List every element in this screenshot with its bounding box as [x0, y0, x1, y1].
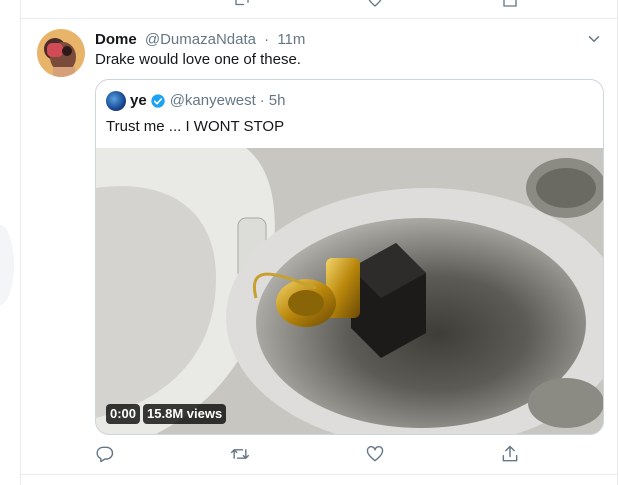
- quoted-tweet-card[interactable]: ye @kanyewest · 5h Trust me ... I WONT S…: [95, 79, 604, 435]
- separator-dot: ·: [264, 31, 270, 48]
- verified-badge-icon: [151, 94, 165, 108]
- video-player[interactable]: 0:00 15.8M views: [96, 148, 603, 434]
- quoted-author-name: ye: [130, 92, 147, 109]
- quoted-author-avatar: [106, 91, 126, 111]
- quoted-tweet-header: ye @kanyewest · 5h: [106, 91, 285, 111]
- tweet-divider: [21, 474, 617, 475]
- heart-icon[interactable]: [366, 0, 384, 9]
- video-duration-badge: 0:00: [106, 404, 141, 424]
- author-name[interactable]: Dome: [95, 31, 137, 48]
- quoted-tweet-text: Trust me ... I WONT STOP: [106, 118, 285, 135]
- quoted-author-handle: @kanyewest: [169, 92, 256, 109]
- quoted-tweet-timestamp: 5h: [268, 92, 286, 109]
- tweet-timestamp[interactable]: 11m: [277, 31, 305, 48]
- separator-dot: ·: [259, 92, 265, 109]
- video-thumbnail: [96, 148, 603, 434]
- video-views-badge: 15.8M views: [143, 404, 227, 424]
- timeline-column: Dome @DumazaNdata · 11m Drake would love…: [20, 0, 618, 485]
- side-background-shape: [0, 225, 14, 305]
- tweet-header: Dome @DumazaNdata · 11m: [95, 30, 305, 50]
- share-icon[interactable]: [500, 444, 520, 464]
- previous-tweet-actions: [21, 0, 617, 19]
- author-avatar[interactable]: [37, 29, 85, 77]
- retweet-icon[interactable]: [230, 444, 250, 464]
- share-icon[interactable]: [501, 0, 519, 9]
- chevron-down-icon[interactable]: [585, 30, 603, 48]
- heart-icon[interactable]: [365, 444, 385, 464]
- retweet-icon[interactable]: [233, 0, 251, 9]
- author-handle[interactable]: @DumazaNdata: [145, 31, 256, 48]
- tweet-action-bar: [95, 444, 525, 464]
- tweet-text: Drake would love one of these.: [95, 51, 301, 68]
- reply-icon[interactable]: [95, 444, 115, 464]
- video-badges: 0:00 15.8M views: [106, 404, 227, 424]
